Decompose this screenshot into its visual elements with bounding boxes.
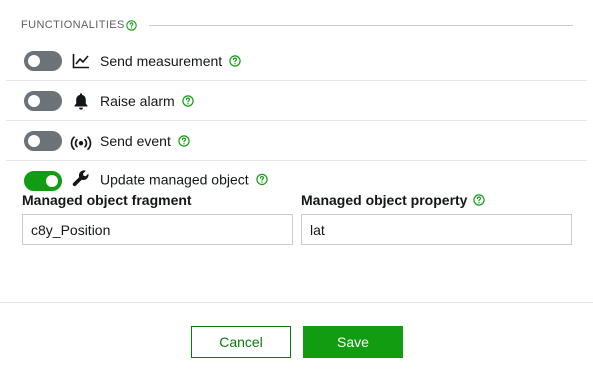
raise-alarm-toggle[interactable] xyxy=(24,90,62,111)
question-circle-icon[interactable] xyxy=(182,94,194,107)
row-label-text: Send measurement xyxy=(100,52,223,69)
question-circle-icon[interactable] xyxy=(178,134,190,147)
managed-object-property-input[interactable] xyxy=(301,214,572,245)
row-label-text: Raise alarm xyxy=(100,92,175,109)
row-send-measurement: Send measurement xyxy=(6,41,587,81)
row-raise-alarm: Raise alarm xyxy=(6,81,587,121)
toggle-knob xyxy=(28,54,40,67)
functionalities-header: FUNCTIONALITIES xyxy=(21,16,573,34)
raise-alarm-label: Raise alarm xyxy=(100,93,194,109)
row-label-text: Update managed object xyxy=(100,170,249,187)
broadcast-icon xyxy=(70,132,92,154)
save-button[interactable]: Save xyxy=(303,326,403,358)
bell-icon xyxy=(70,90,92,112)
row-label-text: Send event xyxy=(100,132,171,149)
managed-object-fragment-input[interactable] xyxy=(22,214,293,245)
question-circle-icon[interactable] xyxy=(229,54,241,67)
section-title: FUNCTIONALITIES xyxy=(21,19,125,31)
toggle-knob xyxy=(28,94,40,107)
toggle-knob xyxy=(46,174,58,187)
send-event-toggle[interactable] xyxy=(24,130,62,151)
row-send-event: Send event xyxy=(6,121,587,161)
question-circle-icon[interactable] xyxy=(473,194,486,206)
section-divider xyxy=(148,24,573,26)
footer-divider xyxy=(0,302,593,303)
question-circle-icon[interactable] xyxy=(126,19,137,31)
cancel-button[interactable]: Cancel xyxy=(191,326,291,358)
update-managed-object-label: Update managed object xyxy=(100,171,268,187)
managed-object-property-label: Managed object property xyxy=(301,192,486,208)
toggle-knob xyxy=(28,134,40,147)
line-chart-icon xyxy=(70,50,92,72)
send-measurement-label: Send measurement xyxy=(100,53,241,69)
question-circle-icon[interactable] xyxy=(255,173,268,185)
send-event-label: Send event xyxy=(100,133,190,149)
send-measurement-toggle[interactable] xyxy=(24,50,62,71)
managed-object-fragment-label: Managed object fragment xyxy=(22,192,192,208)
update-managed-object-toggle[interactable] xyxy=(24,170,62,191)
field-label-text: Managed object property xyxy=(301,192,468,208)
field-label-text: Managed object fragment xyxy=(22,192,192,208)
wrench-icon xyxy=(70,167,92,189)
